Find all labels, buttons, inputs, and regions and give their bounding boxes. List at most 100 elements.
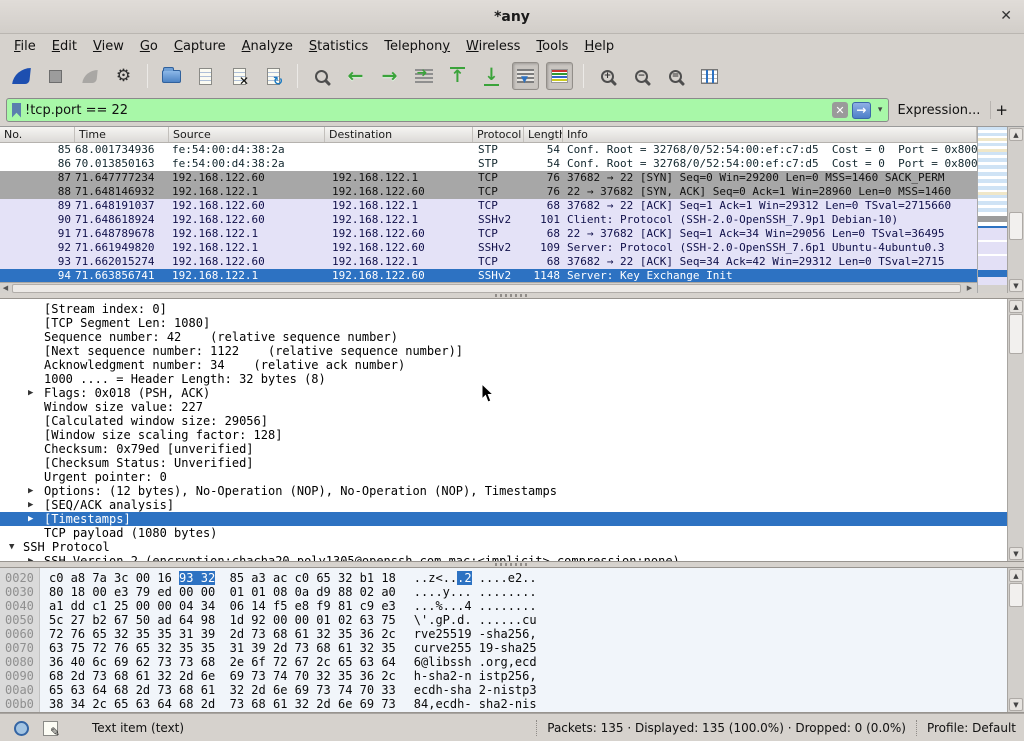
column-header-length[interactable]: Length	[524, 127, 563, 142]
menu-analyze[interactable]: Analyze	[234, 36, 301, 57]
detail-line[interactable]: [Window size scaling factor: 128]	[0, 428, 1007, 442]
save-capture-file-icon[interactable]	[192, 62, 219, 90]
detail-line[interactable]: [Checksum Status: Unverified]	[0, 456, 1007, 470]
scroll-down-icon[interactable]: ▼	[1009, 698, 1023, 711]
stop-capture-icon[interactable]	[42, 62, 69, 90]
go-to-top-icon[interactable]: ↑	[444, 62, 471, 90]
zoom-in-icon[interactable]: +	[594, 62, 621, 90]
menu-statistics[interactable]: Statistics	[301, 36, 376, 57]
expander-closed-icon[interactable]: ▶	[28, 498, 33, 512]
filter-history-dropdown-icon[interactable]: ▾	[875, 105, 886, 115]
expander-closed-icon[interactable]: ▶	[28, 386, 33, 400]
display-filter-input[interactable]: !tcp.port == 22 ✕ → ▾	[6, 98, 889, 122]
close-window-button[interactable]: ✕	[1000, 8, 1012, 24]
packet-row-87[interactable]: 8771.647777234192.168.122.60192.168.122.…	[0, 171, 977, 185]
packet-row-92[interactable]: 9271.661949820192.168.122.1192.168.122.6…	[0, 241, 977, 255]
scroll-down-icon[interactable]: ▼	[1009, 279, 1023, 292]
detail-line[interactable]: [Next sequence number: 1122 (relative se…	[0, 344, 1007, 358]
hex-row-0060[interactable]: 006072 76 65 32 35 35 31 39 2d 73 68 61 …	[0, 627, 1007, 641]
packet-row-85[interactable]: 8568.001734936fe:54:00:d4:38:2aSTP54Conf…	[0, 143, 977, 157]
hex-row-0030[interactable]: 003080 18 00 e3 79 ed 00 00 01 01 08 0a …	[0, 585, 1007, 599]
detail-line[interactable]: TCP payload (1080 bytes)	[0, 526, 1007, 540]
menu-capture[interactable]: Capture	[166, 36, 234, 57]
add-filter-button[interactable]: +	[990, 101, 1016, 119]
expert-info-icon[interactable]	[14, 721, 29, 736]
packet-row-93[interactable]: 9371.662015274192.168.122.60192.168.122.…	[0, 255, 977, 269]
packet-row-89[interactable]: 8971.648191037192.168.122.60192.168.122.…	[0, 199, 977, 213]
detail-line[interactable]: 1000 .... = Header Length: 32 bytes (8)	[0, 372, 1007, 386]
menu-telephony[interactable]: Telephony	[376, 36, 458, 57]
clear-filter-button[interactable]: ✕	[832, 102, 848, 118]
menu-edit[interactable]: Edit	[44, 36, 85, 57]
column-header-protocol[interactable]: Protocol	[473, 127, 524, 142]
expander-closed-icon[interactable]: ▶	[28, 512, 33, 526]
menu-help[interactable]: Help	[576, 36, 622, 57]
column-header-time[interactable]: Time	[75, 127, 169, 142]
go-back-icon[interactable]: ←	[342, 62, 369, 90]
packet-row-90[interactable]: 9071.648618924192.168.122.60192.168.122.…	[0, 213, 977, 227]
column-header-info[interactable]: Info	[563, 127, 977, 142]
filter-bookmark-icon[interactable]	[12, 103, 21, 118]
profile-text[interactable]: Profile: Default	[927, 721, 1016, 735]
detail-line[interactable]: ▼SSH Protocol	[0, 540, 1007, 554]
detail-line[interactable]: [Stream index: 0]	[0, 302, 1007, 316]
hex-row-0050[interactable]: 00505c 27 b2 67 50 ad 64 98 1d 92 00 00 …	[0, 613, 1007, 627]
hex-row-00a0[interactable]: 00a065 63 64 68 2d 73 68 61 32 2d 6e 69 …	[0, 683, 1007, 697]
go-to-bottom-icon[interactable]: ↓	[478, 62, 505, 90]
hex-row-0080[interactable]: 008036 40 6c 69 62 73 73 68 2e 6f 72 67 …	[0, 655, 1007, 669]
expander-open-icon[interactable]: ▼	[9, 540, 14, 554]
hex-row-0070[interactable]: 007063 75 72 76 65 32 35 35 31 39 2d 73 …	[0, 641, 1007, 655]
auto-scroll-toggle[interactable]: ▼	[512, 62, 539, 90]
hex-row-0040[interactable]: 0040a1 dd c1 25 00 00 04 34 06 14 f5 e8 …	[0, 599, 1007, 613]
expander-closed-icon[interactable]: ▶	[28, 554, 33, 561]
close-capture-file-icon[interactable]: ✕	[226, 62, 253, 90]
pane-splitter-2[interactable]	[0, 562, 1024, 567]
detail-line[interactable]: ▶Flags: 0x018 (PSH, ACK)	[0, 386, 1007, 400]
go-forward-icon[interactable]: →	[376, 62, 403, 90]
detail-line[interactable]: ▶Options: (12 bytes), No-Operation (NOP)…	[0, 484, 1007, 498]
detail-line[interactable]: [TCP Segment Len: 1080]	[0, 316, 1007, 330]
expression-button[interactable]: Expression...	[897, 103, 980, 118]
vscroll-thumb[interactable]	[1009, 583, 1023, 607]
scroll-left-icon[interactable]: ◀	[0, 283, 11, 293]
bytes-vscrollbar[interactable]: ▲ ▼	[1007, 568, 1024, 712]
detail-line[interactable]: Checksum: 0x79ed [unverified]	[0, 442, 1007, 456]
hex-row-00b0[interactable]: 00b038 34 2c 65 63 64 68 2d 73 68 61 32 …	[0, 697, 1007, 711]
capture-comment-icon[interactable]: ✎	[43, 721, 58, 736]
detail-line[interactable]: Urgent pointer: 0	[0, 470, 1007, 484]
packet-row-86[interactable]: 8670.013850163fe:54:00:d4:38:2aSTP54Conf…	[0, 157, 977, 171]
capture-options-icon[interactable]: ⚙	[110, 62, 137, 90]
hex-row-0020[interactable]: 0020c0 a8 7a 3c 00 16 93 32 85 a3 ac c0 …	[0, 571, 1007, 585]
resize-columns-icon[interactable]	[696, 62, 723, 90]
go-to-packet-icon[interactable]: ➜	[410, 62, 437, 90]
colorize-toggle[interactable]	[546, 62, 573, 90]
detail-line[interactable]: ▶[Timestamps]	[0, 512, 1007, 526]
packet-list-vscrollbar[interactable]: ▲ ▼	[1007, 127, 1024, 293]
menu-view[interactable]: View	[85, 36, 132, 57]
detail-line[interactable]: Window size value: 227	[0, 400, 1007, 414]
packet-row-91[interactable]: 9171.648789678192.168.122.1192.168.122.6…	[0, 227, 977, 241]
menu-wireless[interactable]: Wireless	[458, 36, 528, 57]
detail-line[interactable]: ▶[SEQ/ACK analysis]	[0, 498, 1007, 512]
menu-file[interactable]: File	[6, 36, 44, 57]
reload-capture-file-icon[interactable]: ↻	[260, 62, 287, 90]
column-header-destination[interactable]: Destination	[325, 127, 473, 142]
scroll-right-icon[interactable]: ▶	[964, 283, 975, 293]
scroll-up-icon[interactable]: ▲	[1009, 569, 1023, 582]
vscroll-thumb[interactable]	[1009, 212, 1023, 240]
packet-row-94[interactable]: 9471.663856741192.168.122.1192.168.122.6…	[0, 269, 977, 282]
detail-line[interactable]: Acknowledgment number: 34 (relative ack …	[0, 358, 1007, 372]
menu-go[interactable]: Go	[132, 36, 166, 57]
find-packet-icon[interactable]	[308, 62, 335, 90]
detail-line[interactable]: ▶SSH Version 2 (encryption:chacha20-poly…	[0, 554, 1007, 561]
scroll-up-icon[interactable]: ▲	[1009, 128, 1023, 141]
start-capture-icon[interactable]	[8, 62, 35, 90]
packet-list-hscrollbar[interactable]: ◀ ▶	[0, 282, 977, 293]
scroll-up-icon[interactable]: ▲	[1009, 300, 1023, 313]
open-capture-file-icon[interactable]	[158, 62, 185, 90]
packet-row-88[interactable]: 8871.648146932192.168.122.1192.168.122.6…	[0, 185, 977, 199]
apply-filter-button[interactable]: →	[852, 102, 871, 119]
hex-row-0090[interactable]: 009068 2d 73 68 61 32 2d 6e 69 73 74 70 …	[0, 669, 1007, 683]
detail-line[interactable]: Sequence number: 42 (relative sequence n…	[0, 330, 1007, 344]
detail-line[interactable]: [Calculated window size: 29056]	[0, 414, 1007, 428]
